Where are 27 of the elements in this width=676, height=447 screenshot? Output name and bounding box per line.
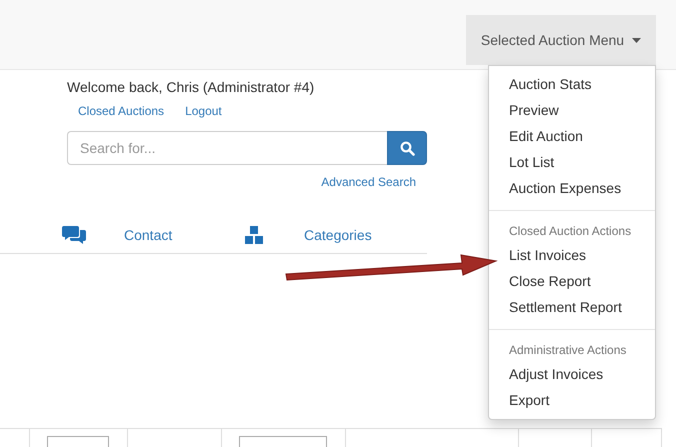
user-link[interactable]: Closed Auctions	[78, 103, 164, 119]
menu-item[interactable]: Settlement Report	[489, 294, 655, 320]
menu-item[interactable]: Auction Expenses	[489, 175, 655, 201]
search-button[interactable]	[387, 131, 427, 165]
boxes-icon	[245, 226, 263, 244]
caret-icon	[632, 38, 642, 42]
user-link[interactable]: Logout	[185, 103, 222, 119]
chat-icon	[62, 225, 86, 244]
menu-header: Administrative Actions	[508, 342, 628, 359]
welcome-text: Welcome back, Chris (Administrator #4)	[67, 79, 316, 96]
menu-item[interactable]: List Invoices	[489, 242, 655, 268]
menu-item[interactable]: Export	[489, 387, 655, 413]
search-field[interactable]: Search for...	[67, 131, 387, 165]
search-icon	[400, 140, 414, 156]
advanced-search-link[interactable]: Advanced Search	[321, 175, 416, 189]
menu-item[interactable]: Preview	[489, 97, 655, 123]
menu-item[interactable]: Adjust Invoices	[489, 361, 655, 387]
nav-tab[interactable]: Categories	[304, 226, 372, 242]
nav-tab[interactable]: Contact	[124, 226, 172, 242]
auction-menu-button[interactable]: Selected Auction Menu	[466, 15, 656, 65]
menu-item[interactable]: Lot List	[489, 149, 655, 175]
filter-field[interactable]	[239, 436, 327, 447]
filter-field[interactable]	[47, 436, 109, 447]
menu-item[interactable]: Edit Auction	[489, 123, 655, 149]
menu-item[interactable]: Auction Stats	[489, 71, 655, 97]
menu-item[interactable]: Close Report	[489, 268, 655, 294]
menu-header: Closed Auction Actions	[508, 223, 632, 240]
